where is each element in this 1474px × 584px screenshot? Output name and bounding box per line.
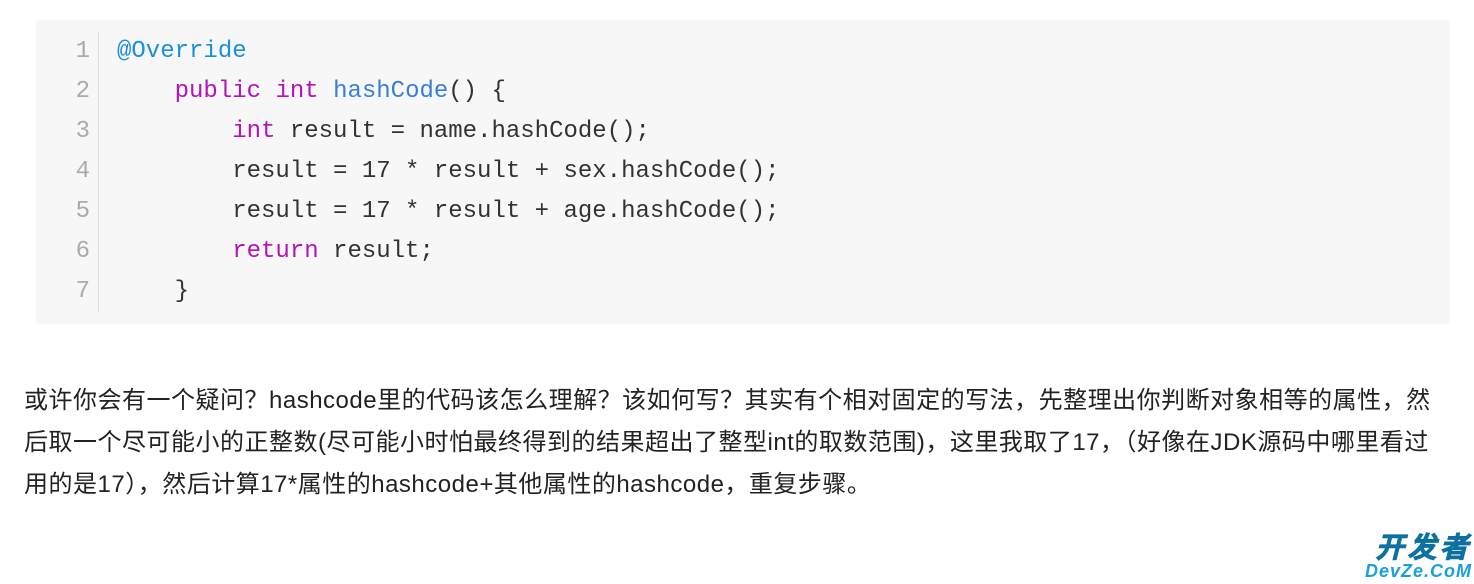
code-content: int result = name.hashCode(); [117, 112, 650, 152]
line-number: 6 [36, 232, 99, 272]
watermark-top: 开发者 [1365, 534, 1472, 562]
code-content: @Override [117, 32, 247, 72]
line-number: 4 [36, 152, 99, 192]
line-number: 1 [36, 32, 99, 72]
code-block: 1@Override2 public int hashCode() {3 int… [36, 20, 1450, 324]
code-content: } [117, 272, 189, 312]
watermark-bottom: DevZe.CoM [1365, 562, 1472, 580]
code-content: result = 17 * result + age.hashCode(); [117, 192, 780, 232]
code-line: 1 @Override [36, 32, 1450, 72]
code-line: 5 result = 17 * result + age.hashCode(); [36, 192, 1450, 232]
code-line: 6 return result; [36, 232, 1450, 272]
code-line: 3 int result = name.hashCode(); [36, 112, 1450, 152]
code-line: 4 result = 17 * result + sex.hashCode(); [36, 152, 1450, 192]
code-content: public int hashCode() { [117, 72, 506, 112]
code-line: 2 public int hashCode() { [36, 72, 1450, 112]
watermark: 开发者 DevZe.CoM [1365, 534, 1472, 580]
code-content: result = 17 * result + sex.hashCode(); [117, 152, 780, 192]
line-number: 7 [36, 272, 99, 312]
line-number: 5 [36, 192, 99, 232]
code-content: return result; [117, 232, 434, 272]
explanation-paragraph: 或许你会有一个疑问？hashcode里的代码该怎么理解？该如何写？其实有个相对固… [24, 380, 1450, 506]
line-number: 2 [36, 72, 99, 112]
code-line: 7 } [36, 272, 1450, 312]
line-number: 3 [36, 112, 99, 152]
